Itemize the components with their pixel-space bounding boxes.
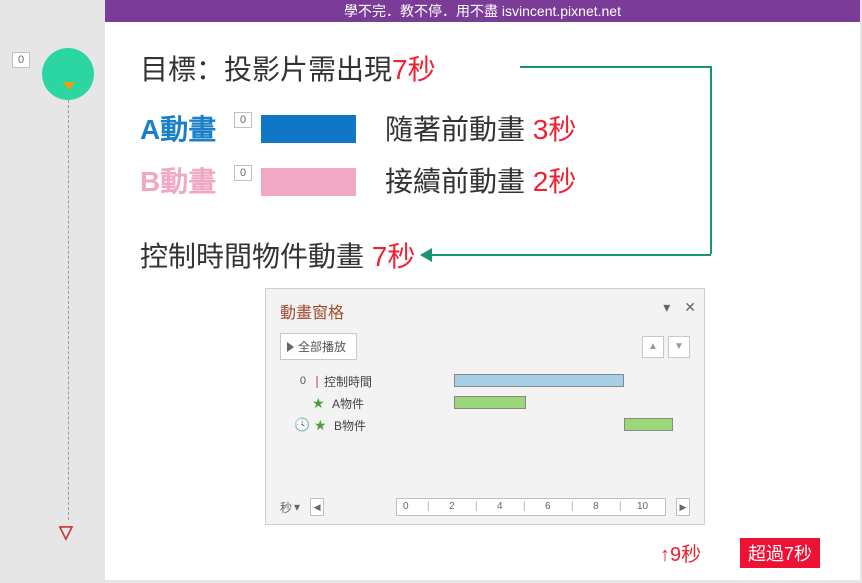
- clock-icon: 🕓: [294, 417, 308, 433]
- bar-a[interactable]: [454, 396, 526, 409]
- goal-prefix: 目標：投影片需出現: [140, 54, 392, 85]
- anim-a-swatch: [261, 115, 356, 143]
- scale-unit[interactable]: 秒 ▾: [280, 499, 300, 516]
- scroll-left-button[interactable]: ◀: [310, 498, 324, 516]
- animation-pane: 動畫窗格 ▾ ✕ 全部播放 ▲ ▼ 0 ❘ 控制時間 ★: [265, 288, 705, 525]
- editor-canvas: 0 ▽ 學不完．教不停．用不盡 isvincent.pixnet.net 目標：…: [0, 0, 862, 583]
- timeline-row[interactable]: 🕓 ★ B物件: [294, 414, 690, 436]
- handle-badge-1: 0: [12, 52, 30, 68]
- bar-b[interactable]: [624, 418, 673, 431]
- timeline-row[interactable]: ★ A物件: [294, 392, 690, 414]
- time-scale: 秒 ▾ ◀ 0 | 2 | 4 | 6 | 8 | 10 ▶: [280, 498, 690, 516]
- bar-control[interactable]: [454, 374, 624, 387]
- scroll-right-button[interactable]: ▶: [676, 498, 690, 516]
- nine-sec-indicator: ↑9秒: [660, 538, 701, 567]
- pane-close-icon[interactable]: ✕: [684, 299, 696, 316]
- star-icon: ★: [312, 395, 326, 412]
- handle-badge-2: 0: [234, 112, 252, 128]
- timeline-end-icon: ▽: [59, 522, 73, 543]
- play-icon: [287, 342, 294, 352]
- move-down-button[interactable]: ▼: [668, 336, 690, 358]
- start-arrow-icon: [63, 82, 75, 90]
- anim-b-label: B動畫: [140, 160, 216, 200]
- anim-a-desc: 隨著前動畫 3秒: [385, 108, 576, 148]
- anim-b-desc: 接續前動畫 2秒: [385, 160, 576, 200]
- bracket-bottom: [430, 254, 711, 256]
- pane-title: 動畫窗格: [266, 289, 704, 329]
- goal-text: 目標：投影片需出現7秒: [140, 48, 436, 88]
- bracket-top: [520, 66, 710, 68]
- timeline-start-marker[interactable]: [42, 48, 94, 100]
- timeline-track: [68, 95, 69, 520]
- star-icon: ★: [314, 417, 328, 434]
- anim-b-swatch: [261, 168, 356, 196]
- anim-a-label: A動畫: [140, 108, 216, 148]
- timeline-list: 0 ❘ 控制時間 ★ A物件 🕓 ★ B物件: [266, 364, 704, 436]
- play-all-button[interactable]: 全部播放: [280, 333, 357, 360]
- marker-icon: ❘: [312, 374, 318, 388]
- slide-titlebar: 學不完．教不停．用不盡 isvincent.pixnet.net: [105, 0, 860, 22]
- over-seven-badge: 超過7秒: [740, 538, 820, 568]
- move-up-button[interactable]: ▲: [642, 336, 664, 358]
- time-ruler[interactable]: 0 | 2 | 4 | 6 | 8 | 10: [396, 498, 666, 516]
- goal-time: 7秒: [392, 54, 436, 85]
- bracket-right: [710, 66, 712, 254]
- control-text: 控制時間物件動畫 7秒: [140, 235, 415, 275]
- timeline-row[interactable]: 0 ❘ 控制時間: [294, 370, 690, 392]
- handle-badge-3: 0: [234, 165, 252, 181]
- bracket-arrow-icon: [420, 248, 432, 262]
- pane-menu-icon[interactable]: ▾: [663, 299, 670, 316]
